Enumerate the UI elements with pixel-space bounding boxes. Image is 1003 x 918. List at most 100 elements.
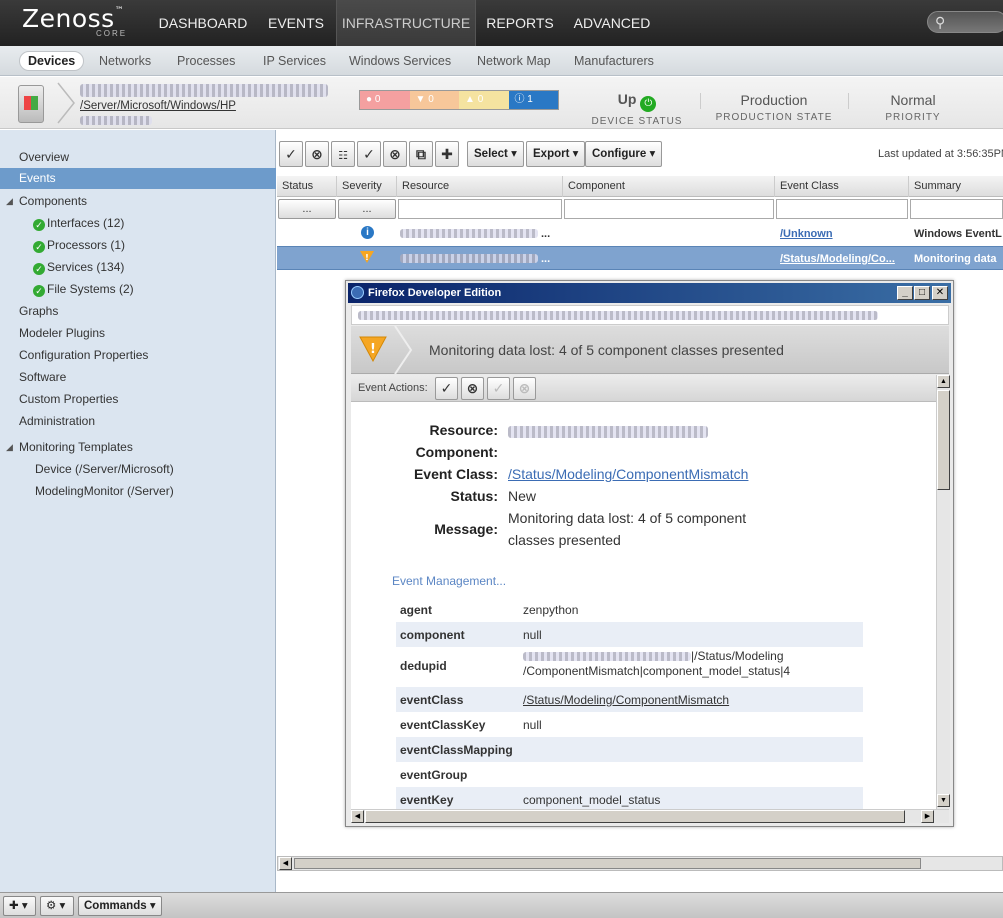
device-sidebar: Overview Events ◢ Components ✓ Interfaces… [0,130,276,892]
maximize-button[interactable]: □ [914,286,930,300]
sidebar-item-template-device[interactable]: Device (/Server/Microsoft) [35,462,174,476]
sidebar-item-file-systems[interactable]: ✓ File Systems (2) [33,282,134,297]
table-row[interactable]: i ... /Unknown Windows EventL [277,222,1003,246]
close-button[interactable]: ✕ [932,286,948,300]
sidebar-item-template-modelingmonitor[interactable]: ModelingMonitor (/Server) [35,484,174,498]
production-state[interactable]: Production PRODUCTION STATE [714,92,834,123]
priority-value: Normal [890,92,936,108]
sidebar-item-overview[interactable]: Overview [19,150,69,164]
severity-summary-bar[interactable]: ● 0 ▼ 0 ▲ 0 ⓘ 1 [359,90,559,110]
close-event-button[interactable]: ⊗ [461,377,484,400]
status-filter-button[interactable]: ... [278,199,336,219]
scroll-thumb[interactable] [937,390,950,490]
scroll-thumb[interactable] [294,858,921,869]
subnav-processes[interactable]: Processes [177,54,235,68]
device-class-path[interactable]: /Server/Microsoft/Windows/HP [80,100,236,112]
scroll-right-icon[interactable]: ▶ [921,810,934,823]
message-label: Message: [434,521,498,537]
column-header-resource[interactable]: Resource [402,180,449,192]
scroll-thumb[interactable] [365,810,905,823]
resource-filter-input[interactable] [398,199,562,219]
sidebar-item-services[interactable]: ✓ Services (134) [33,260,124,275]
sidebar-item-custom-properties[interactable]: Custom Properties [19,392,118,406]
nav-infrastructure[interactable]: INFRASTRUCTURE [336,0,476,46]
sidebar-item-configuration-properties[interactable]: Configuration Properties [19,348,148,362]
eventclass-link[interactable]: /Status/Modeling/ComponentMismatch [523,693,729,707]
resource-redacted [400,229,538,238]
scroll-up-icon[interactable]: ▲ [937,375,950,388]
resource-label: Resource: [429,422,498,438]
banner-chevron-icon [394,326,413,374]
eventclass-filter-input[interactable] [776,199,908,219]
close-event-button[interactable]: ⊗ [305,141,329,167]
expand-triangle-icon[interactable]: ◢ [6,196,13,207]
column-header-component[interactable]: Component [568,180,625,192]
subnav-network-map[interactable]: Network Map [477,54,551,68]
sidebar-item-software[interactable]: Software [19,370,66,384]
column-header-summary[interactable]: Summary [914,180,961,192]
sidebar-item-administration[interactable]: Administration [19,414,95,428]
sidebar-item-events[interactable]: Events [0,168,276,189]
nav-dashboard[interactable]: DASHBOARD [150,0,256,46]
scroll-left-icon[interactable]: ◀ [279,857,292,870]
acknowledge-button[interactable]: ✓ [279,141,303,167]
status-value: New [508,488,537,504]
add-note-button[interactable]: ⧉ [409,141,433,167]
sidebar-item-modeler-plugins[interactable]: Modeler Plugins [19,326,105,340]
minimize-button[interactable]: _ [897,286,913,300]
event-class-link[interactable]: /Status/Modeling/Co... [780,253,895,265]
warning-severity-icon: ! [360,251,374,263]
subnav-windows-services[interactable]: Windows Services [349,54,451,68]
select-menu-button[interactable]: Select ▾ [467,141,524,167]
add-menu-button[interactable]: ✚ ▾ [3,896,36,916]
sidebar-item-interfaces[interactable]: ✓ Interfaces (12) [33,216,124,231]
priority[interactable]: Normal PRIORITY [868,92,958,123]
reclassify-button[interactable]: ☷ [331,141,355,167]
reopen-button[interactable]: ⊗ [513,377,536,400]
unacknowledge-button[interactable]: ✓ [357,141,381,167]
scroll-left-icon[interactable]: ◀ [351,810,364,823]
configure-menu-button[interactable]: Configure ▾ [585,141,663,167]
popup-titlebar[interactable]: Firefox Developer Edition _ □ ✕ [348,283,951,303]
component-filter-input[interactable] [564,199,774,219]
nav-advanced[interactable]: ADVANCED [564,0,660,46]
sidebar-item-monitoring-templates[interactable]: Monitoring Templates [19,440,133,454]
column-header-status[interactable]: Status [282,180,313,192]
subnav-manufacturers[interactable]: Manufacturers [574,54,654,68]
summary-filter-input[interactable] [910,199,1003,219]
event-management-link[interactable]: Event Management... [392,574,506,588]
detail-row-eventkey: eventKey component_model_status [396,787,863,809]
event-grid-header: Status Severity Resource Component Event… [277,176,1003,197]
expand-triangle-icon[interactable]: ◢ [6,442,13,453]
detail-row-eventclassmapping: eventClassMapping [396,737,863,762]
nav-events[interactable]: EVENTS [258,0,334,46]
acknowledge-button[interactable]: ✓ [435,377,458,400]
search-input[interactable]: ⚲ [927,11,1003,33]
resource-value-redacted[interactable] [508,426,708,438]
grid-horizontal-scrollbar[interactable]: ◀ [277,856,1003,871]
sidebar-item-components[interactable]: Components [19,194,87,208]
table-row-selected[interactable]: ! ... /Status/Modeling/Co... Monitoring … [277,246,1003,270]
event-class-link[interactable]: /Status/Modeling/ComponentMismatch [508,466,748,482]
popup-horizontal-scrollbar[interactable]: ◀ ▶ [351,809,949,823]
nav-reports[interactable]: REPORTS [478,0,562,46]
unacknowledge-button[interactable]: ✓ [487,377,510,400]
settings-menu-button[interactable]: ⚙ ▾ [40,896,74,916]
scroll-down-icon[interactable]: ▼ [937,794,950,807]
export-menu-button[interactable]: Export ▾ [526,141,586,167]
popup-vertical-scrollbar[interactable]: ▲ ▼ [936,375,950,809]
reopen-button[interactable]: ⊗ [383,141,407,167]
severity-filter-button[interactable]: ... [338,199,396,219]
check-x-icon: ✓ [492,380,505,396]
event-actions-bar: Event Actions: ✓ ⊗ ✓ ⊗ [351,375,936,402]
column-header-event-class[interactable]: Event Class [780,180,839,192]
add-event-button[interactable]: ✚ [435,141,459,167]
sidebar-item-graphs[interactable]: Graphs [19,304,58,318]
sidebar-item-processors[interactable]: ✓ Processors (1) [33,238,125,253]
commands-menu-button[interactable]: Commands ▾ [78,896,162,916]
subnav-devices[interactable]: Devices [19,51,85,71]
subnav-ip-services[interactable]: IP Services [263,54,326,68]
column-header-severity[interactable]: Severity [342,180,382,192]
subnav-networks[interactable]: Networks [99,54,151,68]
event-class-link[interactable]: /Unknown [780,228,833,240]
